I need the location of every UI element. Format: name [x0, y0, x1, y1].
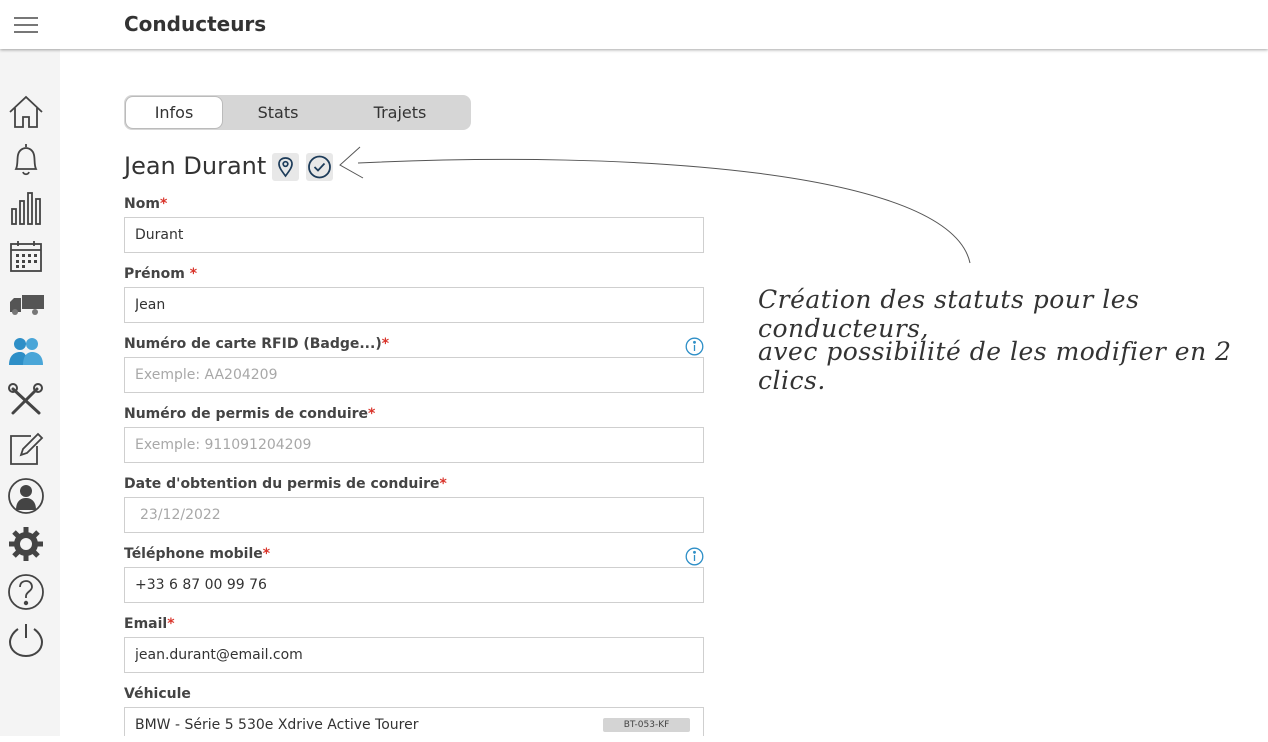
users-icon[interactable]	[7, 333, 45, 371]
permis-input[interactable]	[124, 427, 704, 463]
tools-icon[interactable]	[7, 381, 45, 419]
vehicule-label: Véhicule	[124, 686, 191, 702]
location-pin-icon[interactable]	[272, 153, 299, 181]
email-input[interactable]	[124, 637, 704, 673]
tab-trajets[interactable]: Trajets	[346, 95, 454, 130]
annotation-arrow	[339, 146, 971, 264]
telephone-label: Téléphone mobile*	[124, 546, 271, 562]
date-permis-label: Date d'obtention du permis de conduire*	[124, 476, 447, 492]
bell-icon[interactable]	[7, 141, 45, 179]
driver-name: Jean Durant	[124, 152, 267, 180]
email-label: Email*	[124, 616, 175, 632]
info-icon[interactable]	[685, 337, 704, 356]
tab-stats[interactable]: Stats	[228, 95, 328, 130]
rfid-label: Numéro de carte RFID (Badge...)*	[124, 336, 390, 352]
bar-chart-icon[interactable]	[7, 189, 45, 227]
info-icon[interactable]	[685, 547, 704, 566]
nom-label: Nom*	[124, 196, 168, 212]
menu-icon[interactable]	[14, 17, 38, 35]
help-icon[interactable]	[7, 573, 45, 611]
calendar-icon[interactable]	[7, 237, 45, 275]
telephone-input[interactable]	[124, 567, 704, 603]
check-circle-icon[interactable]	[306, 153, 333, 181]
top-bar: Conducteurs	[0, 0, 1268, 49]
rfid-input[interactable]	[124, 357, 704, 393]
user-icon[interactable]	[7, 477, 45, 515]
annotation-line-1: Création des statuts pour les conducteur…	[758, 285, 1140, 343]
sidebar	[0, 49, 60, 736]
date-permis-input[interactable]: 23/12/2022	[124, 497, 704, 533]
prenom-label: Prénom *	[124, 266, 198, 282]
gear-icon[interactable]	[7, 525, 45, 563]
license-plate-badge: BT-053-KF	[603, 718, 690, 732]
power-icon[interactable]	[7, 621, 45, 659]
permis-label: Numéro de permis de conduire*	[124, 406, 376, 422]
prenom-input[interactable]	[124, 287, 704, 323]
tab-infos[interactable]: Infos	[126, 97, 222, 128]
page-title: Conducteurs	[124, 12, 267, 36]
home-icon[interactable]	[7, 93, 45, 131]
tab-bar: Infos Stats Trajets	[124, 95, 471, 130]
annotation-line-2: avec possibilité de les modifier en 2 cl…	[758, 337, 1232, 395]
edit-icon[interactable]	[7, 429, 45, 467]
truck-icon[interactable]	[7, 285, 45, 323]
